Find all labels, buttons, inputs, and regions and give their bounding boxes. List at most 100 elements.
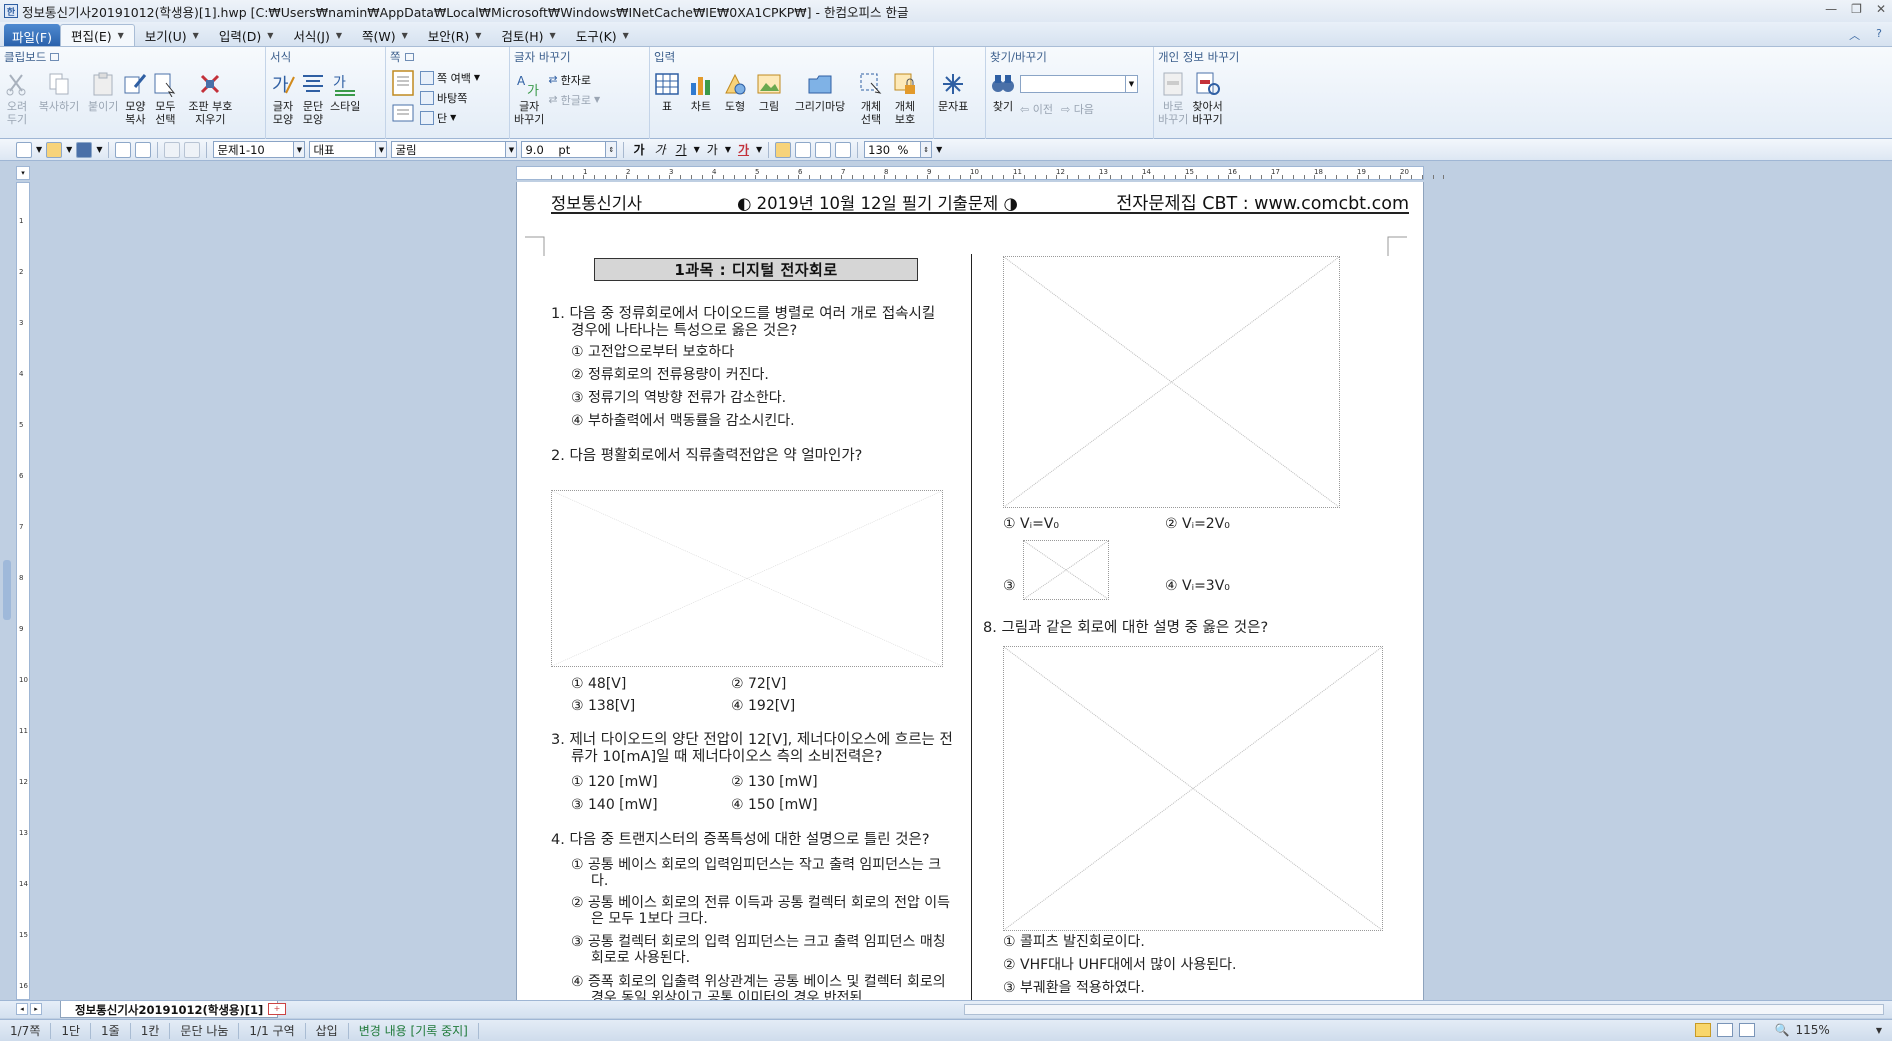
table-button[interactable]: 표 [654,71,680,113]
bold-button[interactable]: 가 [630,141,647,158]
copy-button[interactable]: 복사하기 [34,71,84,113]
status-track-changes[interactable]: 변경 내용 [기록 중지] [349,1022,479,1039]
font-select[interactable]: 굴림 ▼ [391,141,518,158]
chevron-down-icon[interactable]: ▼ [375,142,387,157]
menu-security[interactable]: 보안(R) ▼ [418,24,492,46]
strike-button[interactable]: 가 [704,141,721,158]
para-shape-button[interactable]: 문단 모양 [300,71,326,126]
object-protect-button[interactable]: 개체 보호 [892,71,918,126]
chart-button[interactable]: 차트 [688,71,714,113]
menu-file[interactable]: 파일(F) [4,24,60,46]
draw-button[interactable]: 그리기마당 [790,71,850,113]
menu-insert[interactable]: 입력(D) ▼ [209,24,284,46]
find-prev-button[interactable]: ⇦ 이전 [1020,101,1053,117]
stepper-icon[interactable]: ⇕ [605,142,617,157]
zoom-input[interactable]: 130 % ⇕ [864,141,933,158]
hangul-button[interactable]: ⇄ 한글로 ▼ [548,91,600,108]
background-page-button[interactable]: 바탕쪽 [420,89,480,106]
chevron-down-icon[interactable]: ▼ [936,145,942,154]
find-next-button[interactable]: ⇨ 다음 [1061,101,1094,117]
ruler-corner[interactable]: ▾ [16,166,30,180]
menu-tools[interactable]: 도구(K) ▼ [566,24,639,46]
new-tab-icon[interactable]: + [268,1003,286,1015]
page-margin-button[interactable]: 쪽 여백 ▼ [420,69,480,86]
menu-view[interactable]: 보기(U) ▼ [135,24,209,46]
object-select-button[interactable]: 개체 선택 [858,71,884,126]
view-web-icon[interactable] [1716,1023,1733,1037]
paste-button[interactable]: 붙이기 [88,71,118,113]
tab-next-icon[interactable]: ▸ [30,1003,42,1015]
picture-button[interactable]: 그림 [756,71,782,113]
open-folder-icon[interactable] [46,141,63,158]
chevron-down-icon[interactable]: ▼ [66,145,72,154]
chevron-down-icon[interactable]: ▼ [118,31,124,40]
char-shape-button[interactable]: 가 글자 모양 [270,71,296,126]
lang-select[interactable]: 대표 ▼ [309,141,388,158]
preview-icon[interactable] [135,141,152,158]
chevron-down-icon[interactable]: ▼ [1125,76,1137,92]
hanja-button[interactable]: ⇄ 한자로 [548,71,600,88]
style-select[interactable]: 문제1-10 ▼ [213,141,306,158]
symbol-button[interactable]: 문자표 [938,71,968,113]
chevron-down-icon[interactable]: ▼ [505,142,517,157]
clear-codes-button[interactable]: 조판 부호 지우기 [182,71,238,126]
view-outline-icon[interactable] [1738,1023,1755,1037]
style-button[interactable]: 가 스타일 [330,71,360,113]
stepper-icon[interactable]: ⇕ [920,142,932,157]
help-icon[interactable]: ? [1876,27,1882,43]
align-right-icon[interactable] [835,141,852,158]
find-button[interactable]: 찾기 [990,71,1016,113]
chevron-down-icon[interactable]: ▼ [293,142,305,157]
underline-button[interactable]: 가 [673,141,690,158]
menu-format[interactable]: 서식(J) ▼ [283,24,352,46]
dialog-launcher-icon[interactable] [404,53,414,61]
new-doc-icon[interactable] [16,141,32,158]
dialog-launcher-icon[interactable] [50,53,60,61]
status-insert-mode[interactable]: 삽입 [306,1022,349,1039]
cut-button[interactable]: 오려 두기 [4,71,30,126]
menu-review[interactable]: 검토(H) ▼ [491,24,565,46]
restore-icon[interactable]: ❐ [1851,2,1862,16]
side-panel-handle[interactable] [3,560,11,620]
font-color-button[interactable]: 가 [735,141,752,158]
chevron-down-icon[interactable]: ▼ [694,145,700,154]
font-size-input[interactable]: 9.0 pt ⇕ [521,141,618,158]
view-page-icon[interactable] [1694,1023,1711,1037]
page-layout-icon[interactable] [390,103,416,123]
chevron-down-icon[interactable]: ▼ [725,145,731,154]
page-icon[interactable] [390,69,416,97]
align-center-icon[interactable] [815,141,832,158]
horizontal-scrollbar[interactable] [964,1004,1884,1015]
format-copy-button[interactable]: 모양 복사 [122,71,148,126]
status-page[interactable]: 1/7쪽 [0,1022,52,1039]
align-left-icon[interactable] [795,141,812,158]
chevron-down-icon[interactable]: ▼ [36,145,42,154]
shape-button[interactable]: 도형 [722,71,748,113]
tab-prev-icon[interactable]: ◂ [16,1003,28,1015]
ribbon-collapse-icon[interactable]: ︿ [1849,27,1860,43]
privacy-now-button[interactable]: 바로 바꾸기 [1158,71,1188,126]
chevron-down-icon[interactable]: ▼ [1876,1026,1882,1035]
char-change-button[interactable]: A가 글자 바꾸기 [514,71,544,126]
chevron-down-icon[interactable]: ▼ [756,145,762,154]
columns-button[interactable]: 단 ▼ [420,109,480,126]
italic-button[interactable]: 가 [652,141,669,158]
close-icon[interactable]: ✕ [1876,2,1886,16]
menu-edit[interactable]: 편집(E) ▼ [59,24,135,46]
zoom-magnifier-icon[interactable]: 🔍 [1775,1023,1790,1037]
status-zoom[interactable]: 115% [1796,1023,1830,1037]
align-justify-icon[interactable] [775,141,792,158]
horizontal-ruler[interactable]: 1 2 3 4 5 6 7 8 9 10 11 12 13 14 15 16 17 18 19 20 [516,166,1445,180]
undo-icon[interactable] [164,141,181,158]
select-all-button[interactable]: 모두 선택 [152,71,178,126]
tab-document[interactable]: 정보통신기사20191012(학생용)[1] [60,1001,279,1018]
privacy-find-button[interactable]: 찾아서 바꾸기 [1192,71,1223,126]
save-icon[interactable] [76,141,93,158]
redo-icon[interactable] [184,141,201,158]
minimize-icon[interactable]: — [1825,2,1837,16]
find-input[interactable]: ▼ [1020,75,1138,93]
chevron-down-icon[interactable]: ▼ [96,145,102,154]
print-icon[interactable] [115,141,132,158]
vertical-ruler[interactable]: 1 2 3 4 5 6 7 8 9 10 11 12 13 14 15 16 [16,182,30,1000]
menu-page[interactable]: 쪽(W) ▼ [352,24,418,46]
